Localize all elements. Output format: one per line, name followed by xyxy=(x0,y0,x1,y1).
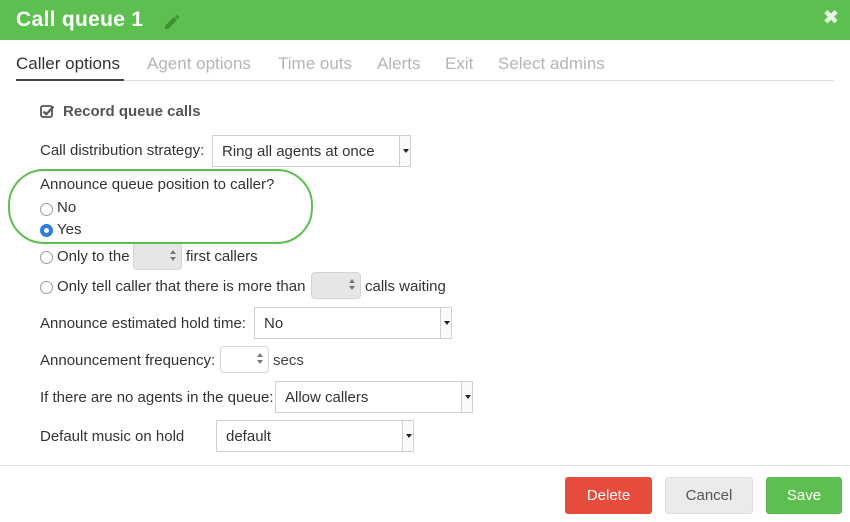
radio-only-first-callers[interactable] xyxy=(40,251,53,264)
calls-waiting-stepper[interactable] xyxy=(311,272,361,299)
no-agents-value: Allow callers xyxy=(285,389,369,406)
dialog-title: Call queue 1 xyxy=(16,8,144,31)
active-tab-indicator xyxy=(16,79,124,81)
hold-time-label: Announce estimated hold time: xyxy=(40,315,246,332)
chevron-down-icon xyxy=(399,136,410,166)
only-first-label-before: Only to the xyxy=(57,248,130,265)
tab-agent-options[interactable]: Agent options xyxy=(147,54,251,74)
tab-alerts[interactable]: Alerts xyxy=(377,54,420,74)
close-icon[interactable]: ✖ xyxy=(818,6,844,32)
radio-yes[interactable] xyxy=(40,224,53,237)
radio-no[interactable] xyxy=(40,203,53,216)
distribution-label: Call distribution strategy: xyxy=(40,142,205,159)
chevron-down-icon xyxy=(402,421,413,451)
delete-button[interactable]: Delete xyxy=(565,477,652,514)
music-label: Default music on hold xyxy=(40,428,185,445)
tab-caller-options[interactable]: Caller options xyxy=(16,54,120,74)
stepper-arrows-icon xyxy=(170,250,177,263)
chevron-down-icon xyxy=(461,382,472,412)
record-queue-calls-label: Record queue calls xyxy=(63,103,201,120)
checked-box-icon[interactable] xyxy=(40,104,55,119)
chevron-down-icon xyxy=(440,308,451,338)
more-than-label-before: Only tell caller that there is more than xyxy=(57,278,306,295)
frequency-unit: secs xyxy=(273,352,304,369)
no-agents-label: If there are no agents in the queue: xyxy=(40,389,274,406)
music-value: default xyxy=(226,428,272,445)
dialog-footer: Delete Cancel Save xyxy=(0,465,850,522)
no-agents-select[interactable]: Allow callers xyxy=(275,381,473,413)
more-than-label-after: calls waiting xyxy=(365,278,446,295)
music-select[interactable]: default xyxy=(216,420,414,452)
save-button[interactable]: Save xyxy=(766,477,842,514)
distribution-select[interactable]: Ring all agents at once xyxy=(212,135,411,167)
tab-bar: Caller options Agent options Time outs A… xyxy=(16,50,834,81)
only-first-label-after: first callers xyxy=(186,248,258,265)
dialog-header: Call queue 1 ✖ xyxy=(0,0,850,40)
hold-time-value: No xyxy=(264,315,284,332)
hold-time-select[interactable]: No xyxy=(254,307,452,339)
distribution-value: Ring all agents at once xyxy=(222,143,375,160)
tab-exit[interactable]: Exit xyxy=(445,54,473,74)
frequency-label: Announcement frequency: xyxy=(40,352,216,369)
radio-yes-label: Yes xyxy=(57,221,82,238)
tab-select-admins[interactable]: Select admins xyxy=(498,54,605,74)
edit-pencil-icon[interactable] xyxy=(162,12,182,32)
first-callers-stepper[interactable] xyxy=(133,243,182,270)
frequency-stepper[interactable] xyxy=(220,346,269,373)
radio-more-than-waiting[interactable] xyxy=(40,281,53,294)
announce-position-label: Announce queue position to caller? xyxy=(40,176,275,193)
cancel-button[interactable]: Cancel xyxy=(665,477,753,514)
tab-time-outs[interactable]: Time outs xyxy=(278,54,352,74)
stepper-arrows-icon xyxy=(257,353,264,366)
stepper-arrows-icon xyxy=(349,279,356,292)
radio-no-label: No xyxy=(57,199,77,216)
